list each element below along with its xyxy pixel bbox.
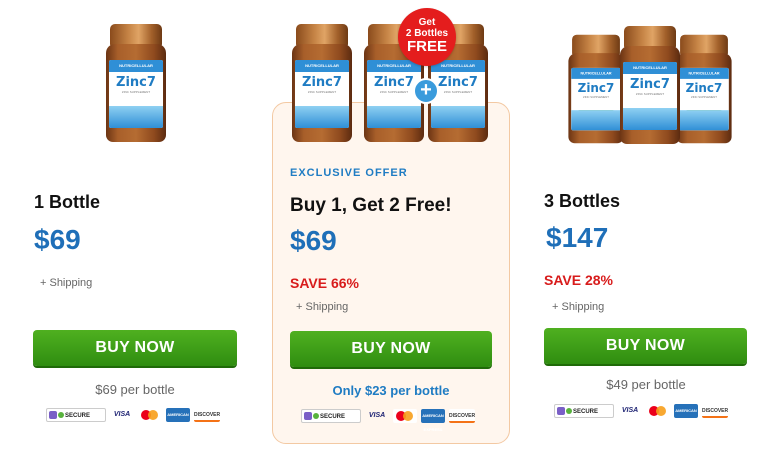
discover-icon: DISCOVER [702, 404, 728, 418]
per-bottle-price: Only $23 per bottle [332, 383, 450, 398]
amex-icon: AMERICAN EXPRESS [166, 408, 190, 431]
mastercard-icon [138, 408, 162, 422]
shipping-note: + Shipping [296, 301, 349, 313]
shipping-note: + Shipping [40, 277, 93, 289]
visa-icon: VISA [621, 407, 639, 414]
save-percent: SAVE 66% [290, 275, 359, 291]
exclusive-offer-tag: EXCLUSIVE OFFER [290, 167, 408, 179]
buy-now-button[interactable]: BUY NOW [33, 330, 237, 366]
package-title: 3 Bottles [544, 191, 621, 211]
visa-icon: VISA [113, 411, 131, 418]
per-bottle-price: $49 per bottle [606, 377, 686, 392]
payment-icons: SECURE VISA AMERICAN EXPRESS DISCOVER [554, 402, 728, 427]
package-price: $69 [290, 225, 337, 256]
package-3-bottles: 3 Bottles $147 SAVE 28% + Shipping BUY N… [536, 0, 758, 468]
mastercard-icon [393, 409, 417, 423]
save-percent: SAVE 28% [544, 272, 613, 288]
discover-icon: DISCOVER [449, 409, 475, 423]
shipping-note: + Shipping [552, 301, 605, 313]
package-title: Buy 1, Get 2 Free! [290, 195, 452, 216]
secure-icon: SECURE [554, 404, 614, 418]
free-bottles-badge: Get 2 Bottles FREE [398, 8, 456, 66]
amex-icon: AMERICAN EXPRESS [674, 404, 698, 427]
per-bottle-price: $69 per bottle [95, 382, 175, 397]
package-price: $69 [34, 224, 81, 255]
buy-now-button[interactable]: BUY NOW [290, 331, 492, 367]
plus-icon: + [413, 78, 439, 104]
visa-icon: VISA [368, 412, 386, 419]
package-buy1-get2: EXCLUSIVE OFFER Buy 1, Get 2 Free! $69 S… [272, 102, 510, 444]
payment-icons: SECURE VISA AMERICAN EXPRESS DISCOVER [46, 406, 220, 431]
amex-icon: AMERICAN EXPRESS [421, 409, 445, 432]
buy-now-button[interactable]: BUY NOW [544, 328, 747, 364]
secure-icon: SECURE [46, 408, 106, 422]
payment-icons: SECURE VISA AMERICAN EXPRESS DISCOVER [301, 407, 475, 432]
discover-icon: DISCOVER [194, 408, 220, 422]
mastercard-icon [646, 404, 670, 418]
package-1-bottle: 1 Bottle $69 + Shipping BUY NOW $69 per … [20, 0, 250, 468]
package-price: $147 [546, 222, 609, 253]
package-title: 1 Bottle [34, 192, 101, 212]
bottle-image: NUTRICELLULAR Zinc7 ZINC SUPPLEMENT [292, 24, 352, 142]
secure-icon: SECURE [301, 409, 361, 423]
